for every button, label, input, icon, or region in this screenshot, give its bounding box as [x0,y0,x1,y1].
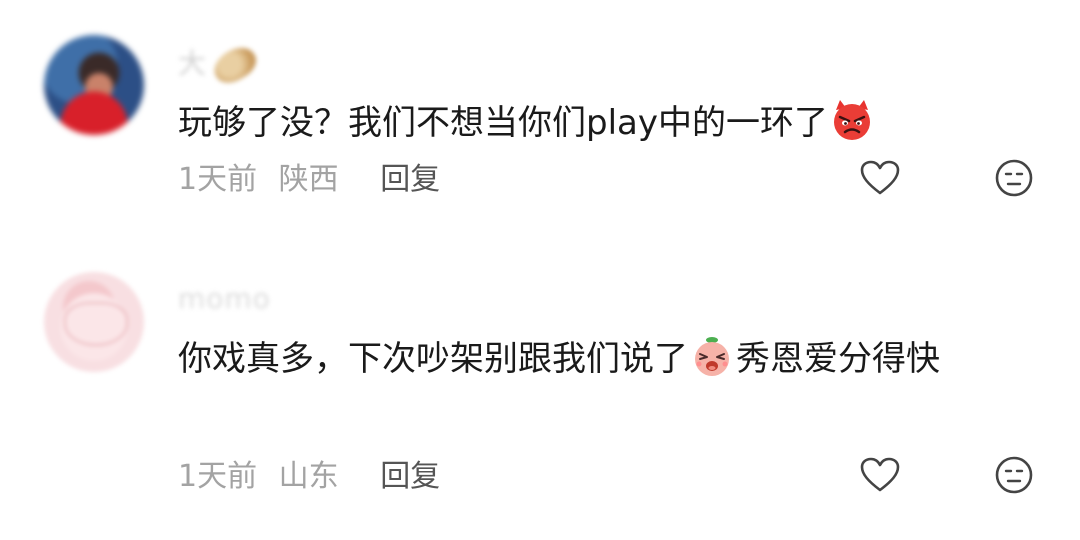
comment-location: 山东 [278,459,339,494]
comment-time: 1天前 [178,459,258,494]
comment-text: 你戏真多，下次吵架别跟我们说了 秀恩爱分得快 [178,328,1008,390]
username[interactable]: momo [178,282,271,315]
comment-time: 1天前 [178,162,258,197]
dislike-button[interactable] [992,158,1036,202]
comment-location: 陕西 [278,162,339,197]
heart-icon [860,457,900,497]
dislike-button[interactable] [992,455,1036,499]
comment-item: momo 你戏真多，下次吵架别跟我们说了 秀恩爱分得快 1天前 山东 回复 [0,250,1080,540]
avatar[interactable] [44,272,144,372]
comment-meta: 1天前 陕西 回复 [178,160,440,200]
heart-icon [860,160,900,200]
comment-meta: 1天前 山东 回复 [178,457,440,497]
comment-text: 玩够了没？我们不想当你们play中的一环了 [178,92,1008,154]
reply-button[interactable]: 回复 [380,459,440,494]
avatar-illustration [64,302,128,346]
reply-button[interactable]: 回复 [380,162,440,197]
angry-devil-emoji-icon [830,98,874,142]
comment-item: 大 玩够了没？我们不想当你们play中的一环了 1天前 陕西 回复 [0,0,1080,250]
like-button[interactable] [858,158,902,202]
meh-face-icon [994,455,1034,499]
like-button[interactable] [858,455,902,499]
meh-face-icon [994,158,1034,202]
username[interactable]: 大 [178,41,262,89]
crying-peach-emoji-icon [690,334,734,378]
avatar[interactable] [44,35,144,135]
bread-icon [208,41,262,89]
